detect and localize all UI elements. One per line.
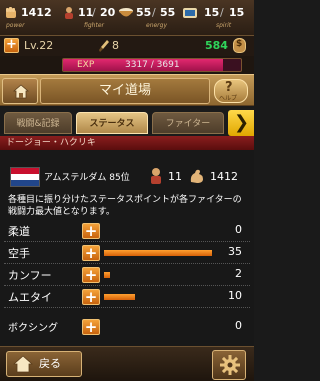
- status-panel: ドージョー・ハクリキ アムステルダム 85位 11 1412 各種目に振り分けた…: [0, 136, 254, 346]
- tab-fighter[interactable]: ファイター: [152, 112, 224, 134]
- skill-name: ボクシング: [8, 323, 58, 334]
- fighter-stat: 11 / 20 fighter: [62, 4, 118, 32]
- skill-value: 0: [235, 223, 242, 236]
- fist-icon: [6, 7, 16, 18]
- gear-icon: [220, 355, 240, 375]
- status-description: 各種目に振り分けたステータスポイントが各ファイターの戦闘力最大値となります。: [8, 195, 242, 217]
- skill-increase-button[interactable]: +: [82, 319, 100, 335]
- back-button[interactable]: 戻る: [6, 351, 82, 377]
- power-caption: power: [6, 22, 25, 29]
- skill-increase-button[interactable]: +: [82, 223, 100, 239]
- spirit-current: 15: [204, 6, 220, 19]
- skill-name: カンフー: [8, 269, 52, 282]
- fighter-icon: [65, 7, 73, 19]
- flexed-arm-icon: [190, 169, 203, 183]
- back-home-icon: [13, 355, 33, 373]
- exp-value: 3317 / 3691: [125, 60, 180, 70]
- power-count: 1412: [210, 170, 238, 183]
- back-label: 戻る: [39, 357, 61, 370]
- status-points: 8: [112, 39, 119, 52]
- page-title: マイ道場: [40, 78, 210, 104]
- house-icon: [13, 84, 29, 99]
- level-row: + Lv.22 8 584 $: [0, 36, 254, 56]
- energy-caption: energy: [146, 22, 168, 29]
- chevron-right-icon: ❯: [234, 112, 250, 133]
- level-label: Lv.22: [24, 39, 54, 52]
- skill-value: 0: [235, 319, 242, 332]
- exp-bar: EXP 3317 / 3691: [62, 58, 242, 72]
- skill-increase-button[interactable]: +: [82, 289, 100, 305]
- tab-bar: 戦闘&記録 ステータス ファイター ❯: [0, 108, 254, 136]
- exp-label: EXP: [77, 60, 95, 70]
- tab-status[interactable]: ステータス: [76, 112, 148, 134]
- help-label: ヘルプ: [219, 95, 238, 102]
- status-bar: 1412 power 11 / 20 fighter 55 / 55 energ…: [0, 0, 254, 36]
- skill-row: ムエタイ + 10: [0, 286, 254, 308]
- dojo-name-header: ドージョー・ハクリキ: [0, 136, 254, 150]
- energy-bowl-icon: [119, 8, 133, 17]
- next-tab-button[interactable]: ❯: [228, 110, 254, 136]
- skill-level-bar: [104, 294, 135, 300]
- footer-bar: 戻る: [0, 346, 254, 381]
- help-button[interactable]: ? ヘルプ: [214, 79, 248, 103]
- skill-level-bar: [104, 272, 110, 278]
- fighter-max: 20: [100, 6, 116, 19]
- dojo-header: マイ道場 ? ヘルプ: [0, 74, 254, 106]
- spirit-max: 15: [229, 6, 245, 19]
- energy-stat: 55 / 55 energy: [118, 4, 180, 32]
- skill-value: 2: [235, 267, 242, 280]
- skill-row: 柔道 + 0: [0, 220, 254, 242]
- add-point-button[interactable]: +: [4, 38, 19, 53]
- energy-current: 55: [136, 6, 152, 19]
- brush-icon: [99, 40, 109, 52]
- coin-count: 584: [205, 39, 228, 52]
- skill-name: 柔道: [8, 225, 30, 238]
- skill-row: 空手 + 35: [0, 242, 254, 264]
- skill-increase-button[interactable]: +: [82, 245, 100, 261]
- skill-level-bar: [104, 250, 212, 256]
- skill-increase-button[interactable]: +: [82, 267, 100, 283]
- power-stat: 1412 power: [4, 4, 60, 32]
- home-button[interactable]: [2, 78, 38, 104]
- skill-row: カンフー + 2: [0, 264, 254, 286]
- fighter-icon: [151, 168, 161, 184]
- city-name: アムステルダム: [44, 173, 107, 183]
- settings-button[interactable]: [212, 350, 246, 380]
- skill-value: 35: [228, 245, 242, 258]
- moneybag-icon: $: [233, 38, 246, 53]
- fighter-caption: fighter: [84, 22, 104, 29]
- city-rank-value: 85位: [109, 173, 130, 183]
- spirit-caption: spirit: [216, 22, 232, 29]
- energy-max: 55: [160, 6, 176, 19]
- skill-row: ボクシング + 0: [0, 316, 254, 338]
- fighter-count: 11: [168, 170, 182, 183]
- city-rank: アムステルダム 85位: [44, 170, 130, 183]
- exp-row: EXP 3317 / 3691: [0, 56, 254, 74]
- spirit-stat: 15 / 15 spirit: [182, 4, 252, 32]
- power-value: 1412: [21, 6, 52, 19]
- skill-name: 空手: [8, 247, 30, 260]
- skill-name: ムエタイ: [8, 291, 52, 304]
- skill-value: 10: [228, 289, 242, 302]
- tab-battle-record[interactable]: 戦闘&記録: [4, 112, 72, 134]
- scroll-icon: [183, 8, 197, 18]
- netherlands-flag-icon: [10, 167, 40, 187]
